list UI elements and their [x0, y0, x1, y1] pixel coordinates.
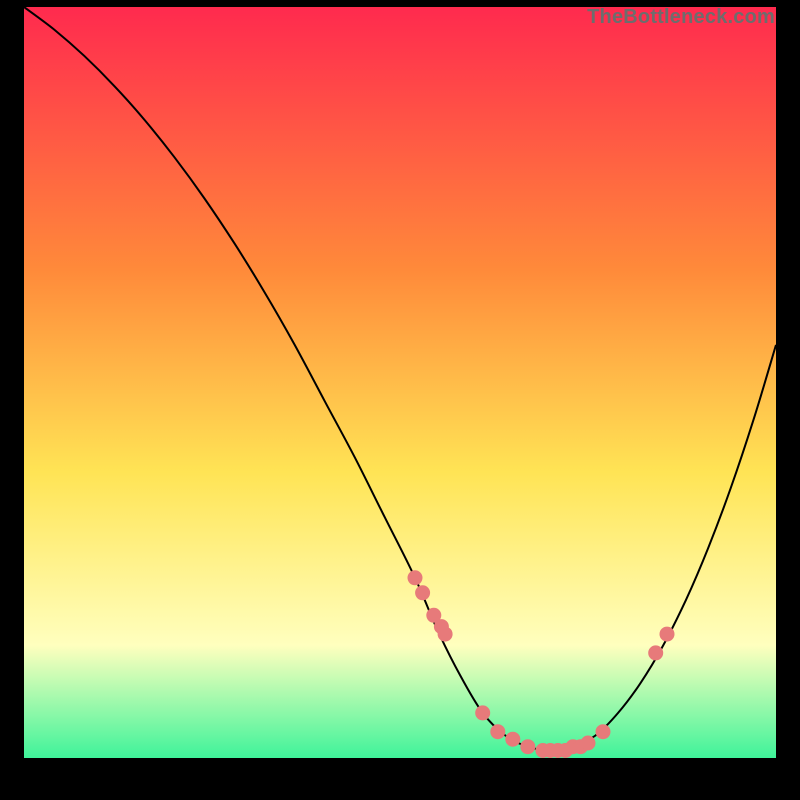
attribution-text: TheBottleneck.com [587, 6, 775, 29]
chart-frame [24, 7, 776, 758]
gradient-background [24, 7, 776, 758]
